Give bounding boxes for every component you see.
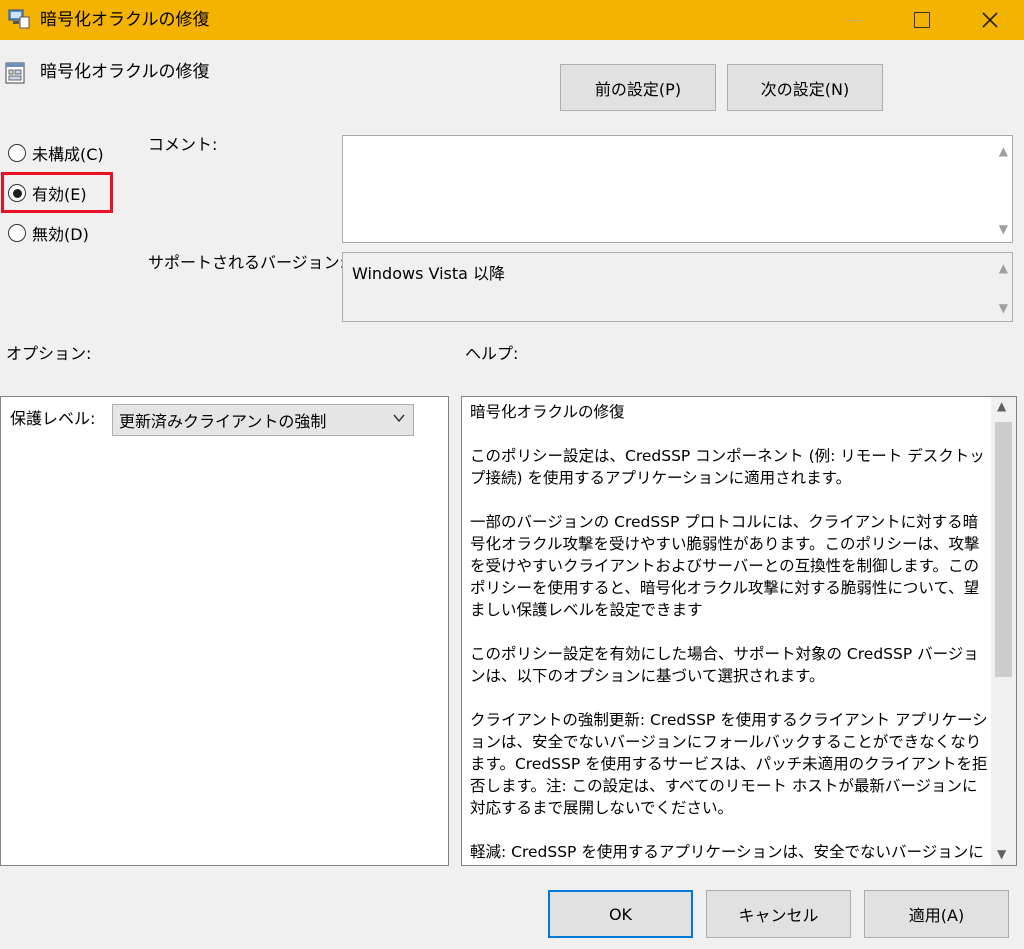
scroll-down-icon[interactable]: ▼ bbox=[999, 222, 1008, 236]
minimize-button[interactable] bbox=[830, 0, 878, 40]
scroll-up-icon[interactable]: ▲ bbox=[999, 144, 1008, 158]
window-title: 暗号化オラクルの修復 bbox=[40, 10, 210, 30]
help-scrollbar[interactable]: ▲ ▼ bbox=[991, 397, 1016, 865]
protection-level-label: 保護レベル: bbox=[10, 409, 96, 428]
scroll-down-icon[interactable]: ▼ bbox=[999, 301, 1008, 315]
radio-not-configured[interactable]: 未構成(C) bbox=[8, 140, 104, 166]
help-paragraph: このポリシー設定を有効にした場合、サポート対象の CredSSP バージョンは、… bbox=[470, 645, 979, 685]
help-section-label: ヘルプ: bbox=[465, 344, 519, 363]
supported-version-field: Windows Vista 以降 ▲ ▼ bbox=[342, 252, 1013, 322]
policy-setting-icon bbox=[5, 62, 25, 84]
supported-version-value: Windows Vista 以降 bbox=[352, 264, 506, 283]
help-paragraph: 暗号化オラクルの修復 bbox=[470, 403, 625, 421]
help-paragraph: このポリシー設定は、CredSSP コンポーネント (例: リモート デスクトッ… bbox=[470, 447, 985, 487]
close-button[interactable] bbox=[966, 0, 1014, 40]
radio-circle[interactable] bbox=[8, 224, 26, 242]
protection-level-value: 更新済みクライアントの強制 bbox=[119, 412, 327, 431]
protection-level-select[interactable]: 更新済みクライアントの強制 bbox=[112, 404, 414, 436]
help-paragraph: 軽減: CredSSP を使用するアプリケーションは、安全でないバージョンにフ bbox=[470, 843, 984, 861]
comment-label: コメント: bbox=[148, 135, 218, 154]
comment-textarea[interactable]: ▲ ▼ bbox=[342, 135, 1013, 243]
cancel-button[interactable]: キャンセル bbox=[706, 890, 851, 938]
radio-label: 未構成(C) bbox=[32, 145, 104, 164]
help-paragraph: 一部のバージョンの CredSSP プロトコルには、クライアントに対する暗号化オ… bbox=[470, 513, 980, 619]
close-icon bbox=[982, 12, 998, 28]
policy-app-icon bbox=[8, 9, 30, 29]
scroll-up-icon[interactable]: ▲ bbox=[999, 261, 1008, 275]
ok-button[interactable]: OK bbox=[548, 890, 693, 938]
maximize-icon bbox=[914, 12, 930, 28]
apply-button[interactable]: 適用(A) bbox=[864, 890, 1009, 938]
help-text: 暗号化オラクルの修復 このポリシー設定は、CredSSP コンポーネント (例:… bbox=[470, 401, 990, 865]
previous-setting-button[interactable]: 前の設定(P) bbox=[560, 64, 716, 111]
radio-label: 無効(D) bbox=[32, 225, 89, 244]
radio-disabled[interactable]: 無効(D) bbox=[8, 220, 89, 246]
help-panel[interactable]: 暗号化オラクルの修復 このポリシー設定は、CredSSP コンポーネント (例:… bbox=[461, 396, 1017, 866]
radio-circle[interactable] bbox=[8, 144, 26, 162]
scroll-up-icon[interactable]: ▲ bbox=[997, 399, 1006, 413]
next-setting-button[interactable]: 次の設定(N) bbox=[727, 64, 883, 111]
enabled-highlight-box bbox=[1, 172, 113, 213]
scrollbar-thumb[interactable] bbox=[995, 422, 1012, 677]
chevron-down-icon bbox=[393, 414, 405, 423]
help-paragraph: クライアントの強制更新: CredSSP を使用するクライアント アプリケーショ… bbox=[470, 711, 988, 817]
options-panel bbox=[0, 396, 449, 866]
scroll-down-icon[interactable]: ▼ bbox=[997, 847, 1006, 861]
minimize-icon bbox=[846, 19, 862, 21]
options-section-label: オプション: bbox=[6, 344, 92, 363]
supported-version-label: サポートされるバージョン: bbox=[148, 253, 346, 272]
maximize-button[interactable] bbox=[898, 0, 946, 40]
policy-title: 暗号化オラクルの修復 bbox=[40, 62, 210, 82]
